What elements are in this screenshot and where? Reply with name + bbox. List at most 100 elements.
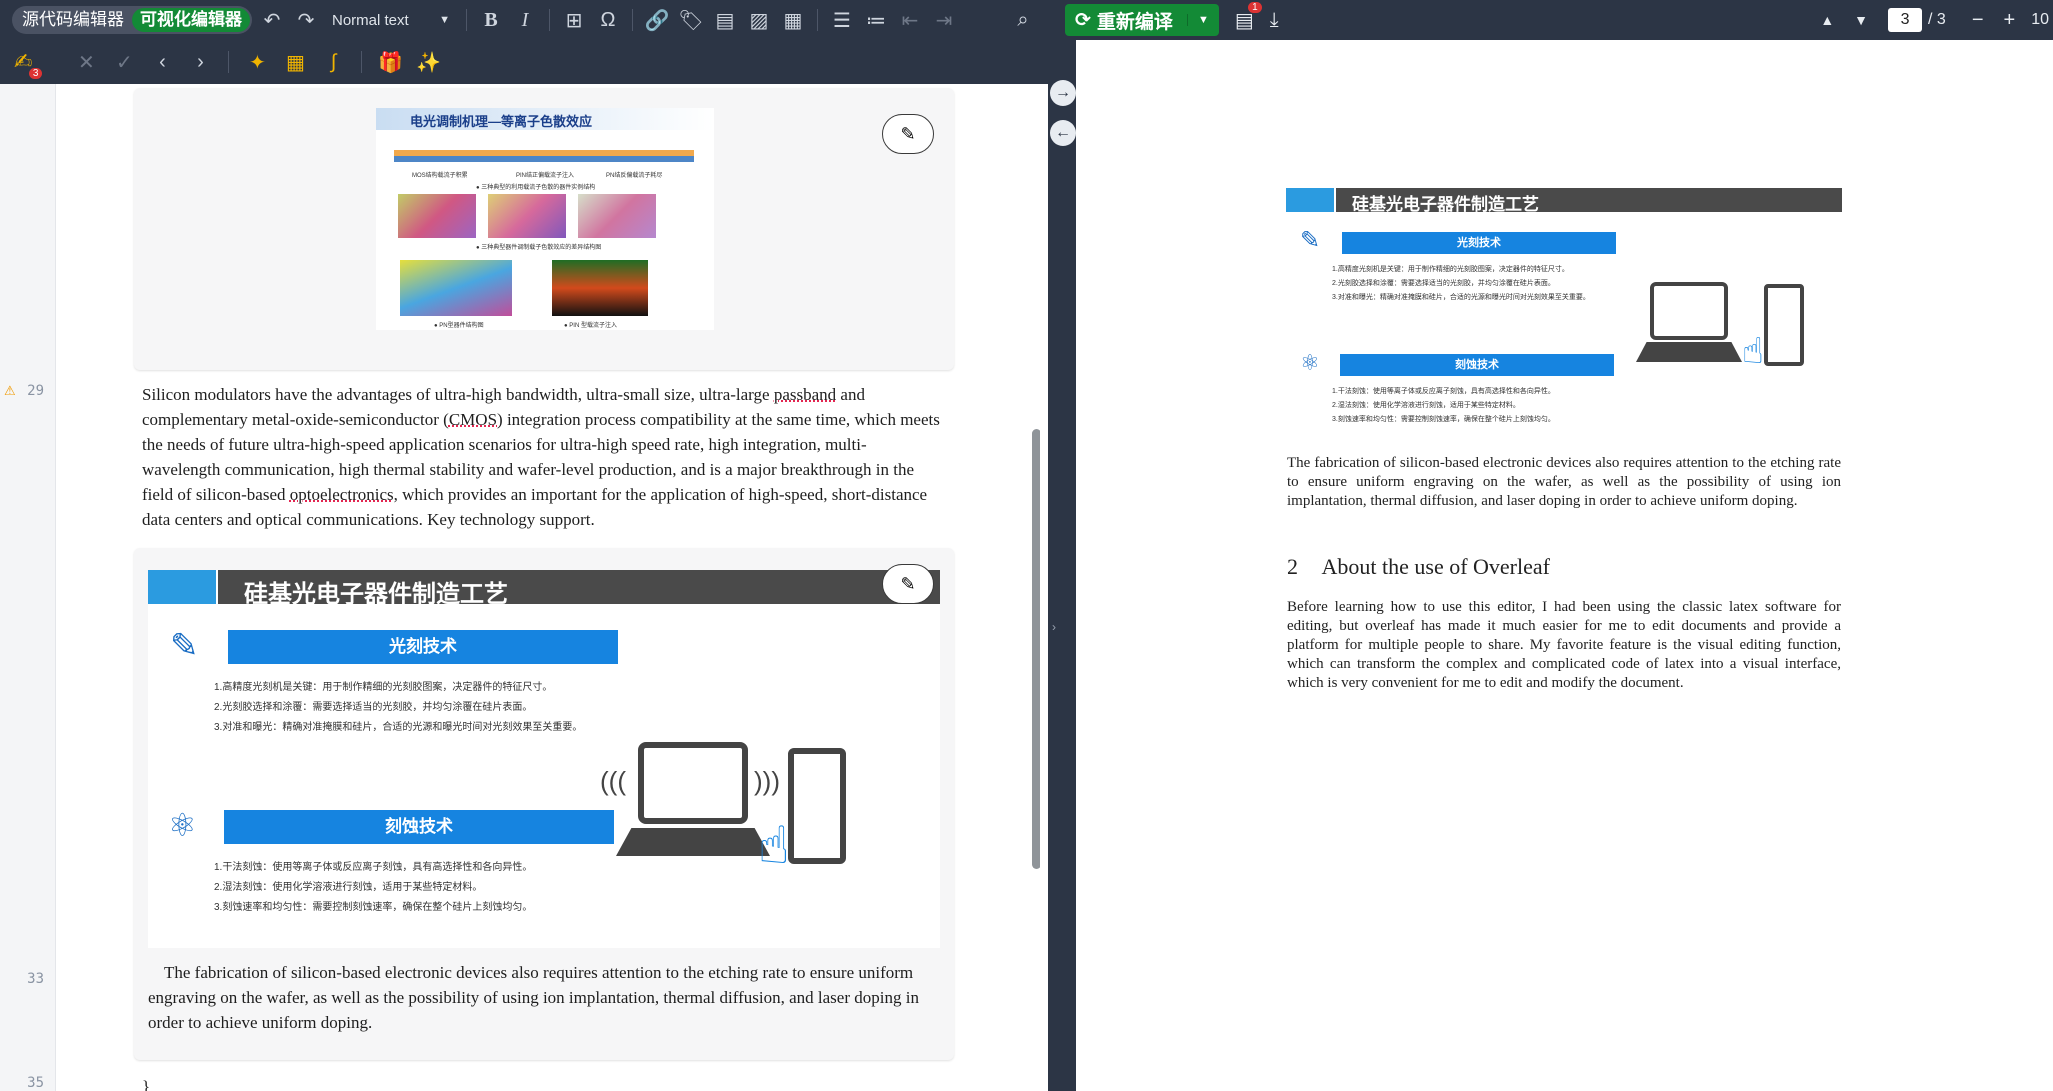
outdent-icon[interactable]: ⇤ — [896, 8, 924, 33]
edit-figure-pencil-icon[interactable]: ✎ — [882, 114, 934, 154]
zoom-level[interactable]: 10 — [2031, 11, 2049, 29]
italic-icon[interactable]: I — [511, 9, 539, 32]
gift-icon[interactable]: 🎁 — [376, 50, 404, 75]
figure-sublabel: PIN结正偏载流子注入 — [516, 173, 575, 179]
editor-toolbar: 源代码编辑器 可视化编辑器 ↶ ↷ Normal text ▼ B I ⊞ Ω … — [0, 0, 1055, 40]
collapse-handle-icon[interactable]: › — [1052, 620, 1056, 634]
figure-sublabel: MOS结构载流子积累 — [412, 173, 468, 179]
text-run: Silicon modulators have the advantages o… — [142, 385, 774, 404]
visual-editor-tab[interactable]: 可视化编辑器 — [132, 8, 250, 32]
wifi-signal-icon: ((( — [600, 766, 626, 796]
ai-sparkle-icon[interactable]: ✦ — [243, 50, 271, 75]
figure-caption: ● PIN 型载流子注入 — [564, 323, 617, 329]
list-item: 3.刻蚀速率和均匀性：需要控制刻蚀速率，确保在整个硅片上刻蚀均匀。 — [214, 902, 533, 913]
previous-change-icon[interactable]: ‹ — [148, 51, 176, 74]
page-number-input[interactable]: 3 — [1888, 8, 1923, 32]
wifi-signal-icon: ))) — [754, 766, 780, 796]
paragraph-line-33[interactable]: The fabrication of silicon-based electro… — [148, 960, 938, 1035]
spellcheck-word[interactable]: optoelectronics — [290, 485, 394, 504]
closing-brace[interactable]: } — [142, 1074, 150, 1091]
grid-table-icon[interactable]: ▦ — [281, 50, 309, 75]
pdf-section-header: 刻蚀技术 — [1340, 354, 1614, 376]
link-icon[interactable]: 🔗 — [643, 8, 671, 33]
magic-wand-icon[interactable]: ✨ — [414, 50, 442, 75]
pdf-banner-title: 硅基光电子器件制造工艺 — [1352, 195, 1539, 214]
logs-icon[interactable]: ▤ 1 — [1235, 1, 1262, 33]
spellcheck-word[interactable]: CMOS — [449, 410, 497, 429]
source-editor-tab[interactable]: 源代码编辑器 — [14, 8, 132, 32]
figure-block[interactable]: 硅基光电子器件制造工艺 ✎ 光刻技术 1.高精度光刻机是关键：用于制作精细的光刻… — [134, 548, 954, 1060]
edit-figure-pencil-icon[interactable]: ✎ — [882, 564, 934, 604]
download-icon[interactable]: ⤓ — [1270, 9, 1279, 32]
recompile-label: 重新编译 — [1096, 11, 1173, 33]
figure-caption: ● PN型器件结构图 — [434, 323, 484, 329]
previous-page-icon[interactable]: ▲ — [1820, 12, 1834, 28]
tag-icon[interactable]: 🏷 — [677, 8, 705, 33]
undo-icon[interactable]: ↶ — [258, 8, 286, 33]
atom-icon: ⚛ — [168, 807, 197, 843]
list-item: 2.湿法刻蚀：使用化学溶液进行刻蚀，适用于某些特定材料。 — [1332, 402, 1520, 409]
figure-block[interactable]: 电光调制机理—等离子色散效应 MOS结构载流子积累 PIN结正偏载流子注入 PN… — [134, 88, 954, 370]
symbol-icon[interactable]: Ω — [594, 9, 622, 32]
figure-image: 硅基光电子器件制造工艺 ✎ 光刻技术 1.高精度光刻机是关键：用于制作精细的光刻… — [148, 570, 940, 948]
text-style-select[interactable]: Normal text ▼ — [326, 12, 456, 29]
figure-image: 电光调制机理—等离子色散效应 MOS结构载流子积累 PIN结正偏载流子注入 PN… — [376, 108, 714, 330]
section-title: About the use of Overleaf — [1321, 554, 1550, 579]
next-page-icon[interactable]: ▼ — [1854, 12, 1868, 28]
list-item: 1.干法刻蚀：使用等离子体或反应离子刻蚀，具有高选择性和各向异性。 — [1332, 388, 1555, 395]
review-icon[interactable]: ✍ 3 — [14, 49, 43, 79]
indent-icon[interactable]: ⇥ — [930, 8, 958, 33]
bullet-list-icon[interactable]: ☰ — [828, 8, 856, 33]
zoom-in-icon[interactable]: + — [2004, 9, 2016, 32]
bold-icon[interactable]: B — [477, 9, 505, 32]
chevron-down-icon[interactable]: ▼ — [1186, 14, 1219, 26]
toolbar-divider — [466, 9, 467, 31]
visual-editor-pane[interactable]: ⚠ 29 33 35 电光调制机理—等离子色散效应 MOS结构载流子积累 PIN… — [0, 84, 1040, 1091]
formula-icon[interactable]: ∫ — [319, 51, 347, 74]
line-number: 35 — [27, 1075, 44, 1091]
pdf-toolbar: ⟳ 重新编译 ▼ ▤ 1 ⤓ ▲ ▼ 3 / 3 − + 10 — [1055, 0, 2053, 40]
math-icon[interactable]: ⊞ — [560, 8, 588, 33]
toolbar-divider — [817, 9, 818, 31]
toolbar-divider — [228, 51, 230, 73]
paragraph-line-29[interactable]: Silicon modulators have the advantages o… — [142, 382, 942, 532]
recompile-button[interactable]: ⟳ 重新编译 ▼ — [1065, 4, 1219, 36]
section-title: 刻蚀技术 — [1455, 359, 1499, 371]
reject-icon[interactable]: ✕ — [72, 50, 100, 75]
list-item: 3.对准和曝光：精确对准掩膜和硅片，合适的光源和曝光时间对光刻效果至关重要。 — [1332, 294, 1590, 301]
image-icon[interactable]: ▨ — [745, 8, 773, 33]
accept-icon[interactable]: ✓ — [110, 50, 138, 75]
figure-note: ● 三种典型器件调制载子色散效应的差异结构图 — [476, 245, 602, 251]
zoom-out-icon[interactable]: − — [1972, 9, 1984, 32]
edit-document-icon: ✎ — [1300, 227, 1321, 254]
section-number: 2 — [1287, 554, 1298, 579]
reference-icon[interactable]: ▤ — [711, 8, 739, 33]
toolbar-divider — [632, 9, 633, 31]
hand-tap-icon: ☝ — [1742, 330, 1764, 371]
redo-icon[interactable]: ↷ — [292, 8, 320, 33]
pdf-preview[interactable]: 硅基光电子器件制造工艺 ✎ 光刻技术 1.高精度光刻机是关键：用于制作精细的光刻… — [1076, 40, 2053, 1091]
editor-scrollbar[interactable] — [1032, 429, 1040, 869]
search-icon[interactable]: ⌕ — [1009, 9, 1037, 32]
sync-to-code-icon[interactable]: ← — [1050, 120, 1076, 146]
editor-mode-switch[interactable]: 源代码编辑器 可视化编辑器 — [12, 6, 252, 34]
section-header: 光刻技术 — [228, 630, 618, 664]
pdf-paragraph: Before learning how to use this editor, … — [1287, 599, 1841, 691]
spellcheck-word[interactable]: passband — [774, 385, 836, 404]
laptop-icon — [638, 742, 748, 824]
numbered-list-icon[interactable]: ≔ — [862, 8, 890, 33]
edit-document-icon: ✎ — [170, 627, 199, 665]
next-change-icon[interactable]: › — [186, 51, 214, 74]
laptop-icon — [1650, 282, 1728, 340]
pdf-section-header: 光刻技术 — [1342, 232, 1616, 254]
sync-to-pdf-icon[interactable]: → — [1050, 80, 1076, 106]
page-total: / 3 — [1928, 11, 1946, 28]
phone-icon — [788, 748, 846, 864]
line-number-gutter: ⚠ 29 33 35 — [0, 84, 56, 1091]
atom-icon: ⚛ — [1300, 350, 1320, 375]
text-style-label: Normal text — [332, 11, 409, 29]
table-icon[interactable]: ▦ — [779, 8, 807, 33]
pane-divider[interactable]: → ← › — [1048, 0, 1076, 1091]
list-item: 3.对准和曝光：精确对准掩膜和硅片，合适的光源和曝光时间对光刻效果至关重要。 — [214, 722, 583, 733]
toolbar-divider — [549, 9, 550, 31]
